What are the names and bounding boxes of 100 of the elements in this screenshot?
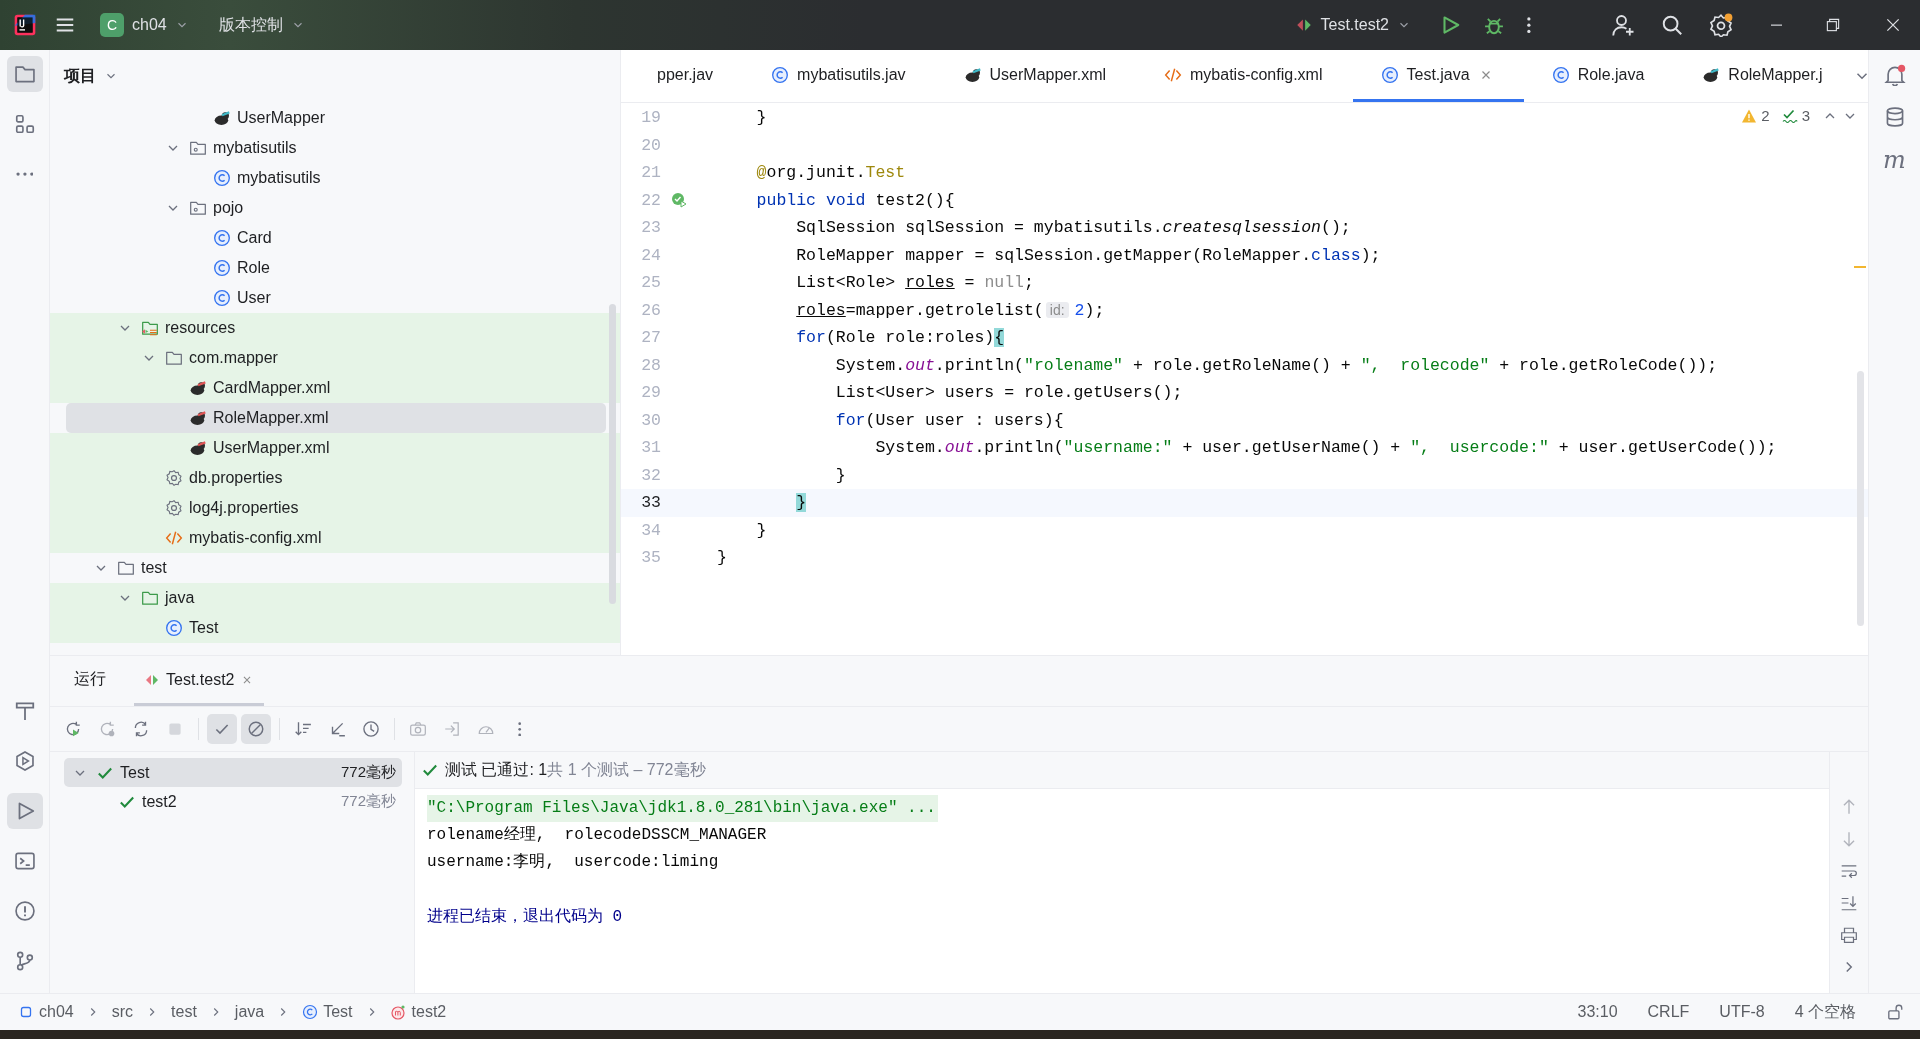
tree-item[interactable]: RoleMapper.xml: [66, 403, 606, 433]
editor-tab[interactable]: pper.jav: [629, 50, 744, 102]
scroll-to-end-icon[interactable]: [1840, 894, 1858, 912]
code-line: for(Role role:roles){: [795, 328, 1005, 348]
code-line: for(User user : users){: [834, 410, 1064, 430]
line-number: 34: [640, 520, 661, 540]
line-separator[interactable]: CRLF: [1647, 1003, 1690, 1021]
caret-position[interactable]: 33:10: [1577, 1003, 1618, 1021]
code-line: }: [717, 548, 727, 568]
tree-item[interactable]: db.properties: [50, 463, 620, 493]
tree-item[interactable]: UserMapper.xml: [50, 433, 620, 463]
run-tab[interactable]: Test.test2: [134, 656, 265, 706]
run-tab[interactable]: 运行: [64, 656, 116, 706]
tree-item[interactable]: mybatis-config.xml: [50, 523, 620, 553]
breadcrumb[interactable]: src: [111, 1003, 134, 1021]
close-icon[interactable]: [1884, 16, 1902, 34]
bird-icon: [189, 439, 207, 457]
tree-item[interactable]: Card: [50, 223, 620, 253]
tree-item[interactable]: UserMapper: [50, 103, 620, 133]
breadcrumb[interactable]: test2: [390, 1003, 447, 1021]
editor-tab[interactable]: mybatisutils.jav: [743, 50, 936, 102]
search-icon[interactable]: [1660, 14, 1683, 36]
warning-count: 2: [1761, 107, 1770, 124]
run-configuration[interactable]: Test.test2: [1288, 12, 1417, 38]
line-number: 27: [640, 328, 661, 348]
ignored-icon: [247, 720, 265, 738]
editor-tab[interactable]: Role.java: [1523, 50, 1675, 102]
tree-item[interactable]: Test: [50, 613, 620, 643]
code-line: }: [834, 465, 846, 485]
editor-tab[interactable]: UserMapper.xml: [935, 50, 1136, 102]
breadcrumb[interactable]: java: [234, 1003, 265, 1021]
maven-tool-button[interactable]: m: [1883, 148, 1906, 172]
code-line: List<User> users = role.getUsers();: [834, 383, 1183, 403]
camera-icon: [409, 720, 427, 738]
code-line: }: [755, 520, 767, 540]
package-icon: [189, 199, 207, 217]
scrollbar[interactable]: [609, 304, 616, 604]
toolbar-button[interactable]: [241, 714, 271, 744]
tree-item[interactable]: log4j.properties: [50, 493, 620, 523]
code-line: SqlSession sqlSession = mybatisutils.createsqlsession();: [795, 218, 1351, 238]
test-tree-item[interactable]: Test 772毫秒: [64, 758, 402, 787]
class-icon: [213, 229, 231, 247]
more-icon[interactable]: [1527, 16, 1531, 34]
clock-icon: [362, 720, 380, 738]
tool-window-button[interactable]: [6, 56, 43, 92]
tree-item[interactable]: mybatisutils: [50, 163, 620, 193]
class-icon: [1551, 65, 1570, 84]
file-encoding[interactable]: UTF-8: [1719, 1003, 1765, 1021]
line-number: 22: [640, 190, 661, 210]
add-user-icon[interactable]: [1610, 13, 1635, 37]
tree-item[interactable]: CardMapper.xml: [50, 373, 620, 403]
run-test-icon[interactable]: [671, 192, 687, 209]
code-line: System.out.println("rolename" + role.getRoleName() + ", rolecode" + role.getRoleCode());: [834, 355, 1718, 375]
folder-icon: [117, 559, 135, 577]
soft-wrap-icon[interactable]: [1840, 862, 1858, 880]
tree-item[interactable]: User: [50, 283, 620, 313]
breadcrumb[interactable]: test: [171, 1003, 197, 1021]
breadcrumb[interactable]: Test: [302, 1003, 353, 1021]
project-selector[interactable]: C ch04: [94, 9, 195, 41]
hammer-icon: [13, 700, 36, 722]
line-number: 19: [640, 108, 661, 128]
editor-tab[interactable]: RoleMapper.j: [1674, 50, 1853, 102]
tree-item[interactable]: resources: [50, 313, 620, 343]
package-icon: [189, 139, 207, 157]
restore-icon[interactable]: [1824, 16, 1842, 34]
problems-icon: [13, 900, 36, 922]
project-view-selector[interactable]: 项目: [64, 65, 118, 87]
breadcrumb[interactable]: ch04: [18, 1003, 74, 1021]
tree-item[interactable]: Role: [50, 253, 620, 283]
line-number: 29: [640, 383, 661, 403]
toolbar-button[interactable]: [207, 714, 237, 744]
vcs-menu[interactable]: 版本控制: [212, 10, 311, 40]
tree-item[interactable]: com.mapper: [50, 343, 620, 373]
bell-icon[interactable]: [1883, 64, 1906, 86]
tree-item[interactable]: test: [50, 553, 620, 583]
lock-icon[interactable]: [1886, 1003, 1904, 1021]
auto-rerun-icon: [132, 720, 150, 738]
settings-icon[interactable]: [1708, 13, 1733, 37]
editor-tab[interactable]: mybatis-config.xml: [1136, 50, 1353, 102]
indent-setting[interactable]: 4 个空格: [1794, 1001, 1856, 1023]
app-logo-icon[interactable]: [14, 14, 36, 36]
print-icon[interactable]: [1840, 926, 1858, 944]
tool-window-button[interactable]: [6, 793, 43, 829]
folder-icon: [165, 349, 183, 367]
code-line: roles=mapper.getrolelist( id: 2);: [795, 300, 1105, 320]
tree-item[interactable]: java: [50, 583, 620, 613]
result-summary: 测试 已通过: 1: [445, 759, 548, 780]
stop-icon: [166, 720, 184, 738]
tree-item[interactable]: pojo: [50, 193, 620, 223]
more-icon: [518, 721, 522, 737]
minimize-icon[interactable]: [1770, 23, 1782, 27]
scrollbar[interactable]: [1857, 371, 1864, 626]
tree-item[interactable]: mybatisutils: [50, 133, 620, 163]
result-detail: 共 1 个测试 – 772毫秒: [547, 759, 706, 780]
editor-tab[interactable]: Test.java: [1352, 50, 1524, 102]
test-tree-item[interactable]: test2 772毫秒: [64, 787, 402, 816]
structure-icon: [13, 113, 36, 135]
rerun-icon: [64, 720, 82, 738]
bird-icon: [189, 409, 207, 427]
export-icon: [443, 720, 461, 738]
